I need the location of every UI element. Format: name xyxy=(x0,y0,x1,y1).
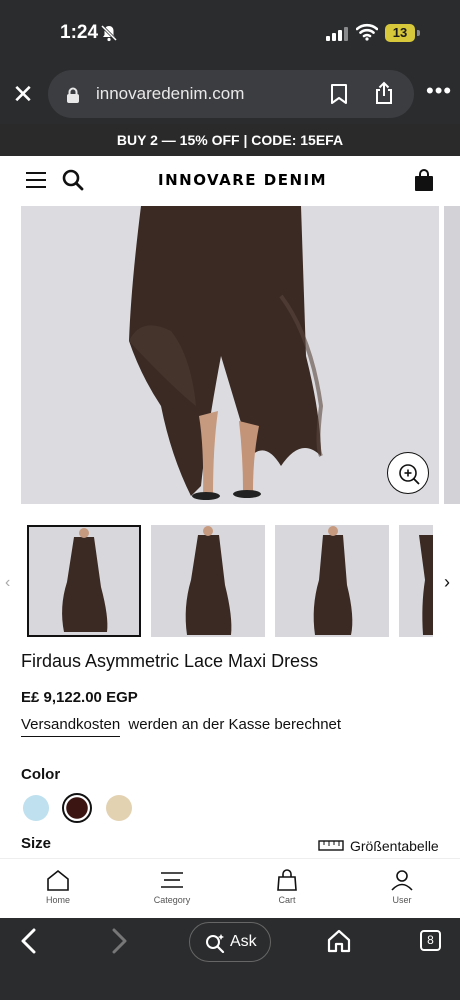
nav-cart-label: Cart xyxy=(278,895,296,905)
shipping-note-text: werden an der Kasse berechnet xyxy=(128,716,342,733)
thumbnail-strip xyxy=(0,524,460,640)
ask-button[interactable]: Ask xyxy=(189,922,271,962)
nav-home[interactable]: Home xyxy=(23,869,93,905)
thumbnail-2[interactable] xyxy=(151,525,265,637)
nav-category-label: Category xyxy=(153,895,191,905)
color-swatch-light-blue[interactable] xyxy=(23,795,49,821)
size-chart-label[interactable]: Größentabelle xyxy=(350,838,439,854)
cart-bag-icon xyxy=(277,869,297,891)
zoom-button[interactable] xyxy=(387,452,429,494)
browser-address-bar: ✕ innovaredenim.com ••• xyxy=(0,66,460,124)
thumbnail-next-arrow[interactable]: › xyxy=(444,572,450,593)
shopping-bag-icon[interactable] xyxy=(414,168,434,192)
forward-arrow-icon[interactable] xyxy=(108,928,130,954)
color-swatch-beige[interactable] xyxy=(106,795,132,821)
nav-home-label: Home xyxy=(45,895,70,905)
site-logo[interactable]: INNOVARE DENIM xyxy=(158,171,327,189)
color-swatch-brown[interactable] xyxy=(62,793,92,823)
battery-tip xyxy=(417,30,420,36)
wifi-icon xyxy=(356,23,378,41)
site-header: INNOVARE DENIM xyxy=(0,156,460,206)
close-tab-button[interactable]: ✕ xyxy=(10,81,36,107)
nav-user[interactable]: User xyxy=(367,869,437,905)
back-arrow-icon[interactable] xyxy=(18,928,40,954)
nav-user-label: User xyxy=(392,895,412,905)
shipping-note: Versandkosten werden an der Kasse berech… xyxy=(21,716,342,737)
status-time: 1:24 xyxy=(60,22,99,43)
more-menu-icon[interactable]: ••• xyxy=(426,80,451,104)
nav-cart[interactable]: Cart xyxy=(252,869,322,905)
share-icon[interactable] xyxy=(373,81,395,105)
product-main-image[interactable] xyxy=(21,206,439,504)
product-photo xyxy=(21,206,439,504)
zoom-in-icon xyxy=(399,464,420,485)
thumbnail-3[interactable] xyxy=(275,525,389,637)
ruler-icon xyxy=(318,840,344,851)
thumbnail-1[interactable] xyxy=(27,525,141,637)
product-title: Firdaus Asymmetric Lace Maxi Dress xyxy=(21,651,319,671)
size-chart-link[interactable]: Größentabelle xyxy=(318,838,439,854)
next-image-peek[interactable] xyxy=(444,206,460,504)
promo-banner[interactable]: BUY 2 — 15% OFF | CODE: 15EFA xyxy=(0,124,460,156)
url-text[interactable]: innovaredenim.com xyxy=(96,84,244,104)
thumbnail-4[interactable] xyxy=(399,525,433,637)
site-bottom-nav: Home Category Cart User xyxy=(0,858,460,918)
ask-button-label: Ask xyxy=(230,933,257,950)
color-label: Color xyxy=(21,766,61,783)
shipping-costs-link[interactable]: Versandkosten xyxy=(21,716,121,737)
nav-category[interactable]: Category xyxy=(137,869,207,905)
ask-search-sparkle-icon xyxy=(206,934,225,953)
tab-switcher-button[interactable]: 8 xyxy=(420,930,441,951)
product-price: E£ 9,122.00 EGP xyxy=(21,689,138,706)
search-icon[interactable] xyxy=(62,168,84,192)
mute-bell-icon xyxy=(100,24,118,42)
size-label: Size xyxy=(21,835,52,852)
bookmark-icon[interactable] xyxy=(330,83,348,105)
thumbnail-prev-arrow[interactable]: ‹ xyxy=(5,574,10,592)
user-icon xyxy=(391,870,413,891)
lock-icon xyxy=(67,87,79,103)
battery-indicator: 13 xyxy=(385,24,415,42)
cellular-signal-icon xyxy=(326,25,348,41)
hamburger-menu-icon[interactable] xyxy=(26,171,46,189)
browser-toolbar: Ask 8 xyxy=(0,918,460,1000)
home-icon xyxy=(47,869,69,891)
browser-home-icon[interactable] xyxy=(327,929,351,953)
status-bar: 1:24 13 xyxy=(0,0,460,66)
category-list-icon xyxy=(161,872,183,888)
